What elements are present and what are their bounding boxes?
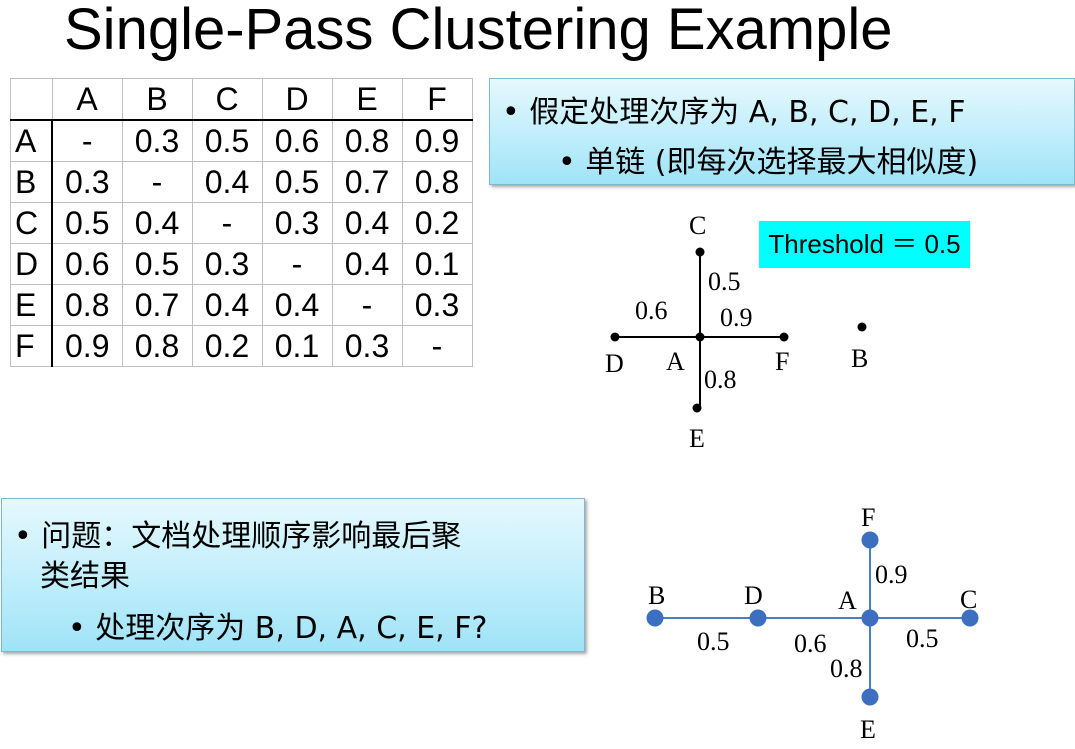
cluster-graphs: C D A F E B 0.5 0.6 0.9 0.8 F B D A C E … — [605, 211, 979, 744]
node-label-a: A — [666, 347, 685, 376]
graph-order-bdacef: F B D A C E 0.5 0.6 0.5 0.9 0.8 — [646, 503, 979, 744]
node-e — [861, 688, 879, 706]
edge-weight-ae: 0.8 — [830, 654, 863, 683]
node-label-e: E — [860, 715, 876, 744]
node-e — [692, 403, 702, 413]
node-label-c: C — [689, 211, 706, 240]
node-d — [610, 332, 620, 342]
node-a — [695, 332, 705, 342]
node-label-d: D — [605, 349, 624, 378]
node-label-f: F — [861, 503, 875, 532]
node-b — [857, 322, 867, 332]
node-label-a: A — [838, 586, 857, 615]
graph-order-abcdef: C D A F E B 0.5 0.6 0.9 0.8 — [605, 211, 868, 453]
node-d — [749, 609, 767, 627]
node-f — [861, 531, 879, 549]
node-label-e: E — [689, 424, 705, 453]
edge-weight-ac: 0.5 — [906, 624, 939, 653]
node-b — [646, 609, 664, 627]
edge-weight-ad: 0.6 — [635, 296, 668, 325]
edge-weight-af: 0.9 — [720, 303, 753, 332]
node-label-f: F — [775, 347, 789, 376]
node-label-b: B — [648, 581, 665, 610]
edge-weight-af: 0.9 — [875, 560, 908, 589]
edge-weight-ae: 0.8 — [704, 365, 737, 394]
edge-weight-da: 0.6 — [794, 629, 827, 658]
node-label-b: B — [851, 344, 868, 373]
node-a — [861, 609, 879, 627]
node-f — [779, 332, 789, 342]
node-label-c: C — [960, 585, 977, 614]
edge-weight-bd: 0.5 — [697, 627, 730, 656]
node-c — [695, 247, 705, 257]
node-label-d: D — [744, 581, 763, 610]
edge-weight-ac: 0.5 — [708, 267, 741, 296]
